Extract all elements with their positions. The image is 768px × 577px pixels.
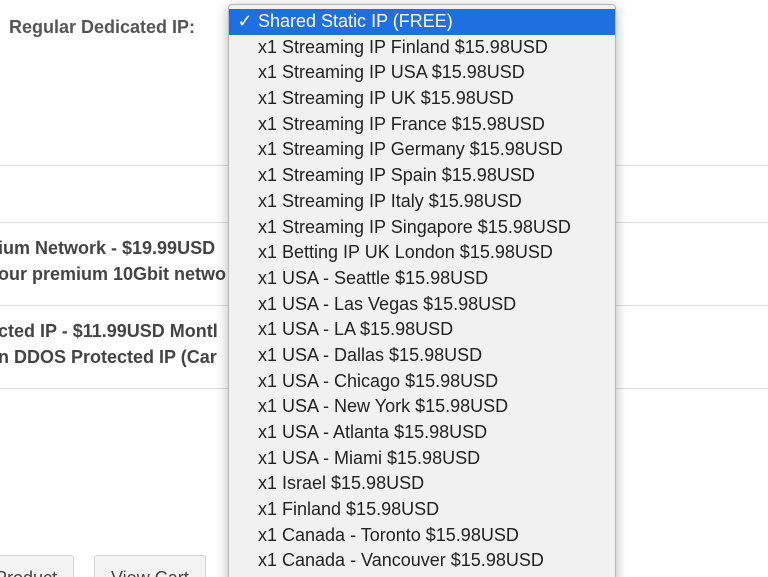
dropdown-option-label: x1 Israel $15.98USD bbox=[258, 473, 425, 494]
product-button[interactable]: Product bbox=[0, 555, 75, 577]
dropdown-option-label: x1 Streaming IP France $15.98USD bbox=[258, 113, 545, 134]
dropdown-option-label: x1 Streaming IP UK $15.98USD bbox=[258, 88, 514, 109]
dropdown-option-label: x1 Betting IP UK London $15.98USD bbox=[258, 242, 553, 263]
dropdown-option-label: Shared Static IP (FREE) bbox=[258, 11, 453, 31]
dropdown-option-label: x1 USA - Las Vegas $15.98USD bbox=[258, 293, 517, 314]
dropdown-option[interactable]: x1 USA - Dallas $15.98USD bbox=[229, 343, 615, 369]
order-config-page: Regular Dedicated IP: ium Network - $19.… bbox=[0, 0, 768, 577]
dropdown-option-label: x1 Streaming IP Finland $15.98USD bbox=[258, 36, 548, 57]
dropdown-option-label: x1 USA - Atlanta $15.98USD bbox=[258, 422, 488, 442]
dropdown-option[interactable]: x1 Streaming IP Germany $15.98USD bbox=[229, 137, 615, 163]
addon-ddos-protected-ip-description: n DDOS Protected IP (Car bbox=[0, 347, 217, 367]
dropdown-option-label: x1 USA - New York $15.98USD bbox=[258, 396, 509, 417]
dropdown-option-label: x1 Streaming IP Germany $15.98USD bbox=[258, 139, 563, 160]
addon-premium-network-title[interactable]: ium Network - $19.99USD bbox=[0, 238, 215, 259]
dropdown-option[interactable]: x1 Streaming IP Spain $15.98USD bbox=[229, 163, 615, 189]
addon-premium-network-description: our premium 10Gbit netwo bbox=[0, 264, 227, 284]
dropdown-option[interactable]: x1 Canada - Vancouver $15.98USD bbox=[229, 548, 615, 574]
view-cart-button[interactable]: View Cart bbox=[94, 555, 206, 577]
dropdown-option[interactable]: x1 Streaming IP UK $15.98USD bbox=[229, 86, 615, 112]
dropdown-option[interactable]: x1 USA - Atlanta $15.98USD bbox=[229, 420, 615, 446]
dropdown-option[interactable]: x1 Betting IP UK London $15.98USD bbox=[229, 240, 615, 266]
dropdown-option-label: x1 Finland $15.98USD bbox=[258, 499, 440, 520]
dropdown-option-label: x1 USA - Seattle $15.98USD bbox=[258, 267, 489, 288]
dropdown-option[interactable]: x1 Canada - Toronto $15.98USD bbox=[229, 523, 615, 549]
dropdown-option[interactable]: x1 USA - LA $15.98USD bbox=[229, 317, 615, 343]
dropdown-option[interactable]: x1 USA - Seattle $15.98USD bbox=[229, 266, 615, 292]
dropdown-option[interactable]: x1 USA - Chicago $15.98USD bbox=[229, 369, 615, 395]
dropdown-option[interactable]: x1 Streaming IP Italy $15.98USD bbox=[229, 189, 615, 215]
dropdown-option-label: x1 Streaming IP Spain $15.98USD bbox=[258, 165, 535, 186]
checkmark-icon: ✓ bbox=[237, 11, 253, 31]
dropdown-option[interactable]: x1 USA - Las Vegas $15.98USD bbox=[229, 292, 615, 318]
dropdown-option[interactable]: x1 Streaming IP Singapore $15.98USD bbox=[229, 215, 615, 241]
dropdown-option[interactable]: x1 USA - Miami $15.98USD bbox=[229, 446, 615, 472]
dropdown-option[interactable]: x1 Streaming IP Finland $15.98USD bbox=[229, 35, 615, 61]
dropdown-option-label: x1 Streaming IP Italy $15.98USD bbox=[258, 190, 522, 211]
dropdown-option-label: x1 USA - Miami $15.98USD bbox=[258, 447, 481, 468]
addon-ddos-protected-ip-title[interactable]: cted IP - $11.99USD Montl bbox=[0, 321, 218, 342]
dropdown-option-label: x1 Streaming IP Singapore $15.98USD bbox=[258, 216, 571, 237]
dropdown-option[interactable]: ✓ Shared Static IP (FREE) bbox=[229, 9, 615, 35]
dropdown-option[interactable]: x1 USA - New York $15.98USD bbox=[229, 394, 615, 420]
dropdown-option[interactable]: x1 Finland $15.98USD bbox=[229, 497, 615, 523]
regular-dedicated-ip-label: Regular Dedicated IP: bbox=[9, 17, 196, 37]
dropdown-option[interactable]: x1 Israel $15.98USD bbox=[229, 471, 615, 497]
dropdown-option-label: x1 Streaming IP USA $15.98USD bbox=[258, 62, 525, 83]
dropdown-option-label: x1 Canada - Toronto $15.98USD bbox=[258, 524, 519, 545]
dropdown-option-label: x1 USA - Chicago $15.98USD bbox=[258, 370, 499, 391]
dropdown-option[interactable]: x1 Streaming IP France $15.98USD bbox=[229, 112, 615, 138]
dropdown-option[interactable]: x1 Streaming IP USA $15.98USD bbox=[229, 60, 615, 86]
dropdown-option-label: x1 Canada - Vancouver $15.98USD bbox=[258, 550, 544, 571]
regular-dedicated-ip-dropdown-menu[interactable]: ✓ Shared Static IP (FREE) x1 Streaming IP … bbox=[228, 4, 616, 577]
dropdown-option-label: x1 USA - LA $15.98USD bbox=[258, 319, 454, 340]
dropdown-option-label: x1 USA - Dallas $15.98USD bbox=[258, 344, 483, 365]
